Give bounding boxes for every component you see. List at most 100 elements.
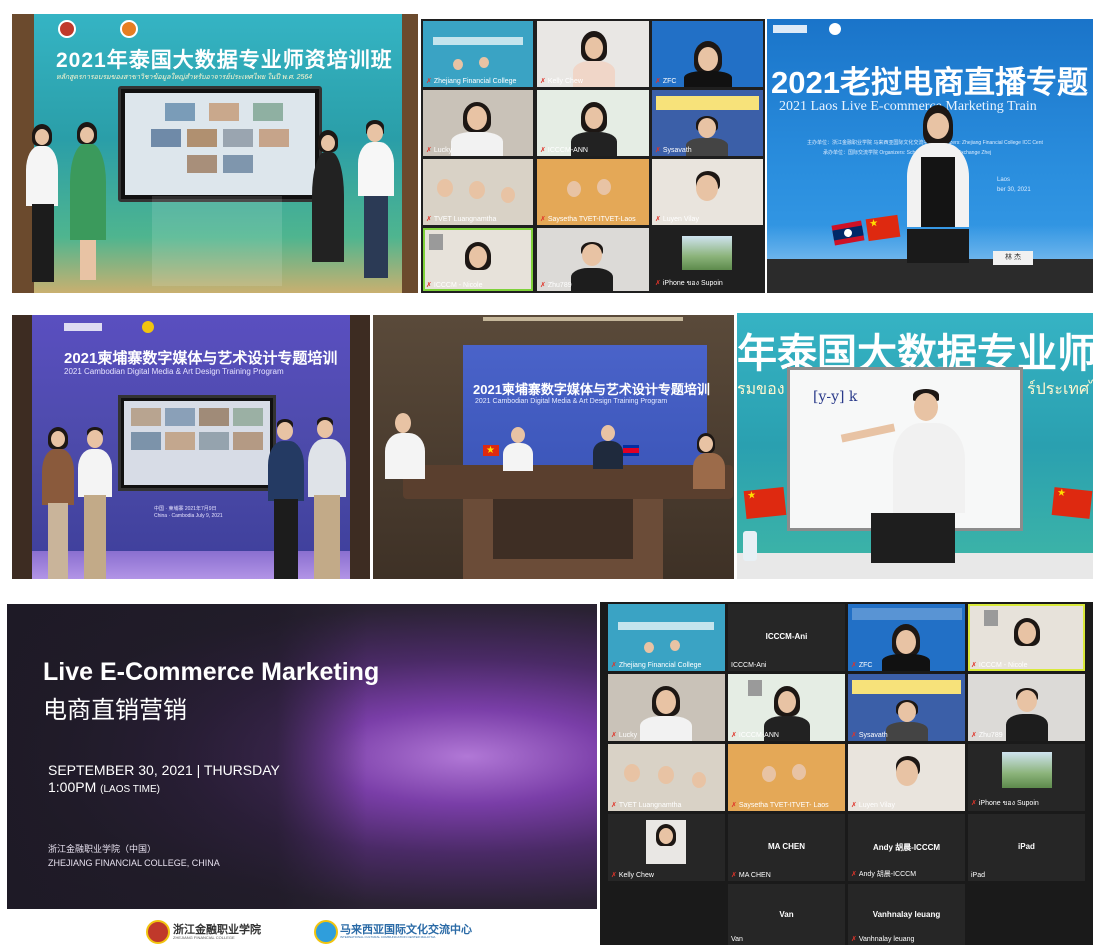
video-tile: ✗ Kelly Chew <box>608 814 725 881</box>
participant-name: ✗ Sysavath <box>655 147 692 154</box>
cambodia-banner <box>463 345 707 485</box>
lecture-photo: 年泰国大数据专业师资 รมของ ร์ประเทศไ [y-y] k <box>737 313 1093 579</box>
participant-label: MA CHEN <box>767 842 806 852</box>
partner-logo-icon <box>142 321 154 333</box>
meeting-banner-title: 2021柬埔寨数字媒体与艺术设计专题培训 <box>473 382 710 397</box>
participant-name: Van <box>731 936 743 943</box>
participant-label: Vanhnalay leuang <box>872 909 941 919</box>
participant-name: ✗ ICCCM-ANN <box>731 732 779 739</box>
participant-name: ✗ Zhu789 <box>971 732 1003 739</box>
building-icon <box>748 680 762 696</box>
college-logo-en: ZHEJIANG FINANCIAL COLLEGE <box>173 935 235 940</box>
slide-org-en: ZHEJIANG FINANCIAL COLLEGE, CHINA <box>48 858 220 868</box>
participant-label: iPad <box>1018 842 1035 852</box>
participant-label: Van <box>779 909 794 919</box>
video-tile: ✗ Kelly Chew <box>537 21 649 87</box>
presentation-slide: Live E-Commerce Marketing 电商直销营销 SEPTEMB… <box>7 604 597 909</box>
video-tile: ✗ Lucky <box>423 90 533 156</box>
desk <box>767 259 1093 293</box>
participant-name: ✗ ICCCM - Nicole <box>971 662 1028 669</box>
video-tile: ✗ Sysavath <box>652 90 763 156</box>
china-flag-icon <box>865 214 901 242</box>
slide-time-value: 1:00PM <box>48 779 97 795</box>
video-tile: ✗ iPhone ของ Supoin <box>652 228 763 291</box>
college-logo-icon <box>58 20 76 38</box>
cambodia-training-photo: 2021柬埔寨数字媒体与艺术设计专题培训 2021 Cambodian Digi… <box>12 315 370 579</box>
participant-name: ✗ TVET Luangnamtha <box>426 216 497 223</box>
video-tile: ✗ ICCCM - Nicole <box>423 228 533 291</box>
china-flag-icon <box>483 445 499 456</box>
building-icon <box>984 610 998 626</box>
participant-name: ✗ Saysetha TVET-ITVET-Laos <box>540 216 636 223</box>
participant-name: ✗ Lucky <box>611 732 638 739</box>
event-date-footer: 中国 · 柬埔寨 2021年7月9日 <box>154 506 217 512</box>
video-tile: ✗ Saysetha TVET-ITVET- Laos <box>728 744 845 811</box>
building-icon <box>429 234 443 250</box>
zoom-gallery-bottom: ✗ Zhejiang Financial College ICCCM-Ani IC… <box>600 602 1093 945</box>
participant-name: ✗ Sysavath <box>851 732 888 739</box>
video-tile: ✗ Lucky <box>608 674 725 741</box>
video-tile: Vanhnalay leuang ✗ Vanhnalay leuang <box>848 884 965 945</box>
video-tile: ✗ TVET Luangnamtha <box>608 744 725 811</box>
video-tile: ✗ ZFC <box>848 604 965 671</box>
thai-banner-title: 2021年泰国大数据专业师资培训班 <box>56 49 393 72</box>
laos-banner-title: 2021老挝电商直播专题 <box>771 65 1088 100</box>
video-tile: ✗ ICCCM-ANN <box>728 674 845 741</box>
event-place: Laos <box>997 177 1011 183</box>
video-tile: ✗ Zhu789 <box>968 674 1085 741</box>
laos-banner-subtitle: 2021 Laos Live E-commerce Marketing Trai… <box>779 99 1037 114</box>
video-tile: Andy 胡晨-ICCCM ✗ Andy 胡晨-ICCCM <box>848 814 965 881</box>
participant-name: ✗ Zhejiang Financial College <box>611 662 702 669</box>
zoom-gallery-top: ✗ Zhejiang Financial College ✗ Kelly Chew … <box>421 19 765 293</box>
participant-name: ✗ Vanhnalay leuang <box>851 936 915 943</box>
nameplate: 林 杰 <box>993 251 1033 265</box>
laptop <box>871 513 955 563</box>
video-tile: iPad iPad <box>968 814 1085 881</box>
slide-org-cn: 浙江金融职业学院（中国） <box>48 844 157 854</box>
thai-training-photo: 2021年泰国大数据专业师资培训班 หลักสูตรการอบรมของสาขา… <box>12 14 418 293</box>
participant-name: ✗ Kelly Chew <box>611 872 654 879</box>
video-tile: ✗ Luyen Vilay <box>848 744 965 811</box>
slide-time: 1:00PM (LAOS TIME) <box>48 779 160 795</box>
icc-logo-icon <box>314 920 338 944</box>
participant-name: ✗ Luyen Vilay <box>655 216 699 223</box>
whiteboard-writing: [y-y] k <box>813 389 858 405</box>
participant-name: ICCCM-Ani <box>731 662 767 669</box>
meeting-banner-subtitle: 2021 Cambodian Digital Media & Art Desig… <box>475 398 668 405</box>
video-tile: ICCCM-Ani ICCCM-Ani <box>728 604 845 671</box>
participant-name: ✗ iPhone ของ Supoin <box>655 280 723 287</box>
video-tile: MA CHEN ✗ MA CHEN <box>728 814 845 881</box>
icc-logo-en: INTERNATIONAL CULTURAL COMMUNICATION CEN… <box>340 935 436 939</box>
video-conference-screen <box>118 86 322 202</box>
participant-name: ✗ Lucky <box>426 147 453 154</box>
video-tile: ✗ iPhone ของ Supoin <box>968 744 1085 811</box>
slide-title-en: Live E-Commerce Marketing <box>43 658 380 686</box>
video-tile: ✗ Sysavath <box>848 674 965 741</box>
participant-name: ✗ Kelly Chew <box>540 78 583 85</box>
thai-banner-text: ร์ประเทศไ <box>1027 381 1093 398</box>
participant-label: Andy 胡晨-ICCCM <box>872 843 941 853</box>
participant-name: ✗ Saysetha TVET-ITVET- Laos <box>731 802 829 809</box>
participant-name: ✗ Andy 胡晨-ICCCM <box>851 871 917 878</box>
slide-timezone: (LAOS TIME) <box>100 784 160 795</box>
college-logo-icon <box>773 25 807 33</box>
participant-label: ICCCM-Ani <box>765 632 808 642</box>
participant-name: ✗ MA CHEN <box>731 872 771 879</box>
logo-strip: 浙江金融职业学院 ZHEJIANG FINANCIAL COLLEGE 马来西亚… <box>7 910 597 945</box>
video-tile: ✗ Saysetha TVET-ITVET-Laos <box>537 159 649 225</box>
video-tile: ✗ ICCCM - Nicole <box>968 604 1085 671</box>
participant-name: ✗ TVET Luangnamtha <box>611 802 682 809</box>
cambodia-banner-subtitle: 2021 Cambodian Digital Media & Art Desig… <box>64 367 284 376</box>
college-logo-icon <box>146 920 170 944</box>
cambodia-flag-icon <box>623 445 639 456</box>
china-flag-icon <box>1051 487 1093 519</box>
organizer-line: 承办单位：国际交流学院 Organizers: School of Intern… <box>823 150 992 156</box>
meeting-room-photo: 2021柬埔寨数字媒体与艺术设计专题培训 2021 Cambodian Digi… <box>373 315 734 579</box>
video-conference-screen <box>118 395 276 491</box>
partner-logo-icon <box>120 20 138 38</box>
partner-logo-icon <box>829 23 841 35</box>
participant-name: ✗ ZFC <box>851 662 873 669</box>
event-date-footer: China · Cambodia July 9, 2021 <box>154 513 223 519</box>
event-date: ber 30, 2021 <box>997 187 1031 193</box>
video-tile: ✗ Luyen Vilay <box>652 159 763 225</box>
